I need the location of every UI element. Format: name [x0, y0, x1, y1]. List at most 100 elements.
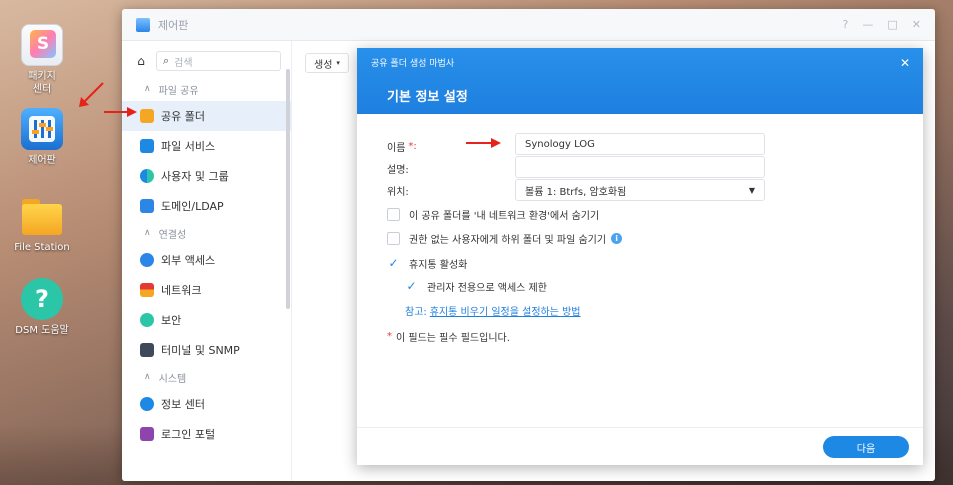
dsm-help-icon: ?	[21, 278, 63, 320]
required-mark: *	[387, 330, 392, 342]
sidebar-item-label: 공유 폴더	[161, 110, 205, 123]
sidebar-item-external-access[interactable]: 외부 액세스	[122, 245, 291, 275]
close-button[interactable]: ✕	[912, 18, 921, 31]
annotation-arrow	[104, 107, 137, 117]
home-icon[interactable]: ⌂	[132, 52, 150, 70]
desktop-icon-label: File Station	[14, 242, 70, 253]
option-enable-recycle[interactable]: ✓ 휴지통 활성화	[387, 254, 467, 272]
annotation-arrow	[466, 138, 501, 148]
close-icon[interactable]: ✕	[900, 56, 910, 70]
checkbox-hide-unauthorized[interactable]	[387, 231, 400, 245]
section-label: 시스템	[158, 373, 187, 385]
desktop-icon-dsm-help[interactable]: ? DSM 도움말	[2, 278, 82, 337]
location-label-text: 위치:	[387, 186, 409, 198]
sidebar-section-connectivity[interactable]: ∧ 연결성	[122, 221, 291, 245]
name-label: 이름 *:	[387, 136, 417, 156]
info-icon[interactable]: i	[611, 232, 623, 244]
desktop-icon-file-station[interactable]: File Station	[2, 195, 82, 254]
location-select-value: 볼륨 1: Btrfs, 암호화됨	[525, 186, 627, 198]
description-input[interactable]	[515, 156, 765, 178]
required-mark: *:	[408, 140, 417, 152]
sidebar-item-shared-folder[interactable]: 공유 폴더	[122, 101, 291, 131]
option-admin-only[interactable]: ✓ 관리자 전용으로 액세스 제한	[405, 277, 547, 295]
sidebar-item-label: 외부 액세스	[161, 254, 216, 267]
maximize-button[interactable]: □	[887, 18, 897, 31]
desktop-icon-control-panel[interactable]: 제어판	[2, 108, 82, 167]
sidebar-item-label: 보안	[161, 314, 182, 327]
name-input-value: Synology LOG	[525, 138, 595, 150]
minimize-button[interactable]: —	[862, 18, 873, 31]
sidebar-item-network[interactable]: 네트워크	[122, 275, 291, 305]
external-access-icon	[140, 253, 154, 267]
file-station-icon	[21, 195, 63, 237]
wizard-header: 공유 폴더 생성 마법사 ✕ 기본 정보 설정	[357, 48, 923, 114]
domain-ldap-icon	[140, 199, 154, 213]
sidebar: ⌂ ⌕ 검색 ∧ 파일 공유 공유 폴더 파일 서비스 사용자 및 그룹 도메인…	[122, 41, 292, 481]
search-placeholder: 검색	[174, 57, 193, 69]
sidebar-scrollbar[interactable]	[286, 69, 290, 309]
search-icon: ⌕	[163, 54, 170, 67]
checkmark-icon[interactable]: ✓	[387, 256, 400, 270]
chevron-up-icon: ∧	[144, 228, 151, 238]
recycle-note: 참고: 휴지통 비우기 일정을 설정하는 방법	[405, 301, 581, 319]
chevron-up-icon: ∧	[144, 372, 151, 382]
window-titlebar[interactable]: 제어판 ? — □ ✕	[122, 9, 935, 41]
option-hide-unauthorized[interactable]: 권한 없는 사용자에게 하위 폴더 및 파일 숨기기 i	[387, 229, 623, 247]
create-button-label: 생성	[314, 59, 333, 71]
create-shared-folder-wizard: 공유 폴더 생성 마법사 ✕ 기본 정보 설정 이름 *: Synology L…	[357, 48, 923, 465]
recycle-schedule-link[interactable]: 휴지통 비우기 일정을 설정하는 방법	[430, 303, 581, 318]
login-portal-icon	[140, 427, 154, 441]
name-label-text: 이름	[387, 142, 406, 154]
section-label: 파일 공유	[158, 85, 199, 97]
desktop-icon-label: 센터	[32, 84, 52, 95]
sidebar-item-label: 네트워크	[161, 284, 202, 297]
annotation-arrow	[79, 82, 104, 107]
shield-icon	[140, 313, 154, 327]
sidebar-item-label: 도메인/LDAP	[161, 200, 224, 213]
wizard-footer: 다음	[357, 427, 923, 465]
checkbox-hide-network[interactable]	[387, 207, 400, 221]
option-hide-network[interactable]: 이 공유 폴더를 '내 네트워크 환경'에서 숨기기	[387, 205, 599, 223]
create-button[interactable]: 생성 ▾	[305, 53, 349, 73]
help-button[interactable]: ?	[843, 18, 849, 31]
sidebar-section-file-sharing[interactable]: ∧ 파일 공유	[122, 77, 291, 101]
chevron-up-icon: ∧	[144, 84, 151, 94]
desktop-icon-package-center[interactable]: S 패키지 센터	[2, 24, 82, 96]
sidebar-item-file-services[interactable]: 파일 서비스	[122, 131, 291, 161]
wizard-step-title: 기본 정보 설정	[387, 90, 468, 105]
location-select[interactable]: 볼륨 1: Btrfs, 암호화됨 ▼	[515, 179, 765, 201]
location-label: 위치:	[387, 180, 409, 200]
option-label: 이 공유 폴더를 '내 네트워크 환경'에서 숨기기	[409, 210, 600, 222]
info-center-icon	[140, 397, 154, 411]
option-label: 권한 없는 사용자에게 하위 폴더 및 파일 숨기기	[409, 234, 607, 246]
sidebar-item-user-group[interactable]: 사용자 및 그룹	[122, 161, 291, 191]
sidebar-item-label: 터미널 및 SNMP	[161, 344, 240, 357]
sidebar-item-login-portal[interactable]: 로그인 포털	[122, 419, 291, 449]
sidebar-section-system[interactable]: ∧ 시스템	[122, 365, 291, 389]
checkmark-icon[interactable]: ✓	[405, 279, 418, 293]
package-center-icon: S	[21, 24, 63, 66]
next-button[interactable]: 다음	[823, 436, 909, 458]
network-icon	[140, 283, 154, 297]
user-group-icon	[140, 169, 154, 183]
sidebar-item-label: 파일 서비스	[161, 140, 216, 153]
name-input[interactable]: Synology LOG	[515, 133, 765, 155]
sidebar-item-info-center[interactable]: 정보 센터	[122, 389, 291, 419]
sidebar-item-label: 로그인 포털	[161, 428, 216, 441]
sidebar-item-label: 사용자 및 그룹	[161, 170, 229, 183]
note-prefix: 참고:	[405, 306, 427, 318]
description-label: 설명:	[387, 158, 409, 178]
desktop-icon-label: 제어판	[28, 155, 56, 166]
control-panel-icon	[21, 108, 63, 150]
desktop-icon-label: DSM 도움말	[15, 325, 69, 336]
sidebar-item-terminal-snmp[interactable]: 터미널 및 SNMP	[122, 335, 291, 365]
window-title: 제어판	[158, 18, 189, 32]
sidebar-item-domain-ldap[interactable]: 도메인/LDAP	[122, 191, 291, 221]
option-label: 관리자 전용으로 액세스 제한	[427, 282, 547, 294]
search-input[interactable]: ⌕ 검색	[156, 51, 281, 71]
sidebar-item-label: 정보 센터	[161, 398, 205, 411]
sidebar-item-security[interactable]: 보안	[122, 305, 291, 335]
caret-down-icon: ▾	[336, 59, 340, 67]
wizard-title: 공유 폴더 생성 마법사	[371, 59, 455, 69]
option-label: 휴지통 활성화	[409, 259, 468, 271]
